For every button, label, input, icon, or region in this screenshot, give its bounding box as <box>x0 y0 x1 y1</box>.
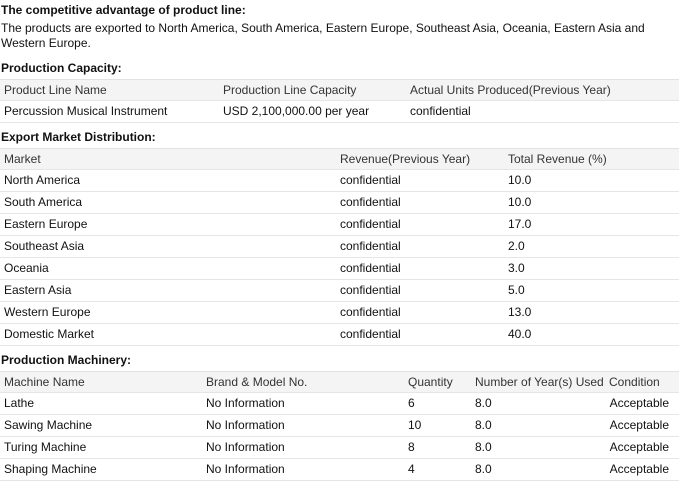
market-revenue: confidential <box>340 261 401 275</box>
column-header: Number of Year(s) Used <box>475 375 604 389</box>
table-row: Oceania confidential 3.0 <box>0 258 679 280</box>
column-header: Product Line Name <box>4 83 107 97</box>
column-header: Condition <box>609 375 660 389</box>
table-row: Domestic Market confidential 40.0 <box>0 324 679 346</box>
machine-condition: Acceptable <box>609 396 669 410</box>
market-percent: 10.0 <box>508 173 532 187</box>
machine-years-used: 8.0 <box>475 462 492 476</box>
export-market-table: Market Revenue(Previous Year) Total Reve… <box>0 148 679 346</box>
machine-quantity: 8 <box>408 440 415 454</box>
machine-condition: Acceptable <box>609 418 669 432</box>
machine-quantity: 6 <box>408 396 415 410</box>
production-capacity-title: Production Capacity: <box>1 61 122 75</box>
table-row: Southeast Asia confidential 2.0 <box>0 236 679 258</box>
machine-name: Sawing Machine <box>4 418 93 432</box>
market-percent: 5.0 <box>508 283 525 297</box>
production-capacity-table: Product Line Name Production Line Capaci… <box>0 79 679 123</box>
market-revenue: confidential <box>340 283 401 297</box>
machine-brand: No Information <box>206 418 285 432</box>
market-revenue: confidential <box>340 327 401 341</box>
machine-name: Turing Machine <box>4 440 87 454</box>
market-name: Oceania <box>4 261 49 275</box>
market-revenue: confidential <box>340 195 401 209</box>
market-percent: 40.0 <box>508 327 532 341</box>
table-row: Lathe No Information 6 8.0 Acceptable <box>0 393 679 415</box>
column-header: Total Revenue (%) <box>508 152 607 166</box>
actual-units-produced: confidential <box>410 104 471 118</box>
product-line-info: The competitive advantage of product lin… <box>0 0 681 483</box>
market-percent: 17.0 <box>508 217 532 231</box>
table-row: South America confidential 10.0 <box>0 192 679 214</box>
column-header: Quantity <box>408 375 453 389</box>
market-percent: 2.0 <box>508 239 525 253</box>
table-row: Eastern Europe confidential 17.0 <box>0 214 679 236</box>
market-name: Southeast Asia <box>4 239 85 253</box>
table-row: Shaping Machine No Information 4 8.0 Acc… <box>0 459 679 481</box>
market-percent: 10.0 <box>508 195 532 209</box>
machine-years-used: 8.0 <box>475 440 492 454</box>
market-name: Western Europe <box>4 305 91 319</box>
table-row: North America confidential 10.0 <box>0 170 679 192</box>
table-header-row: Machine Name Brand & Model No. Quantity … <box>0 371 679 393</box>
column-header: Production Line Capacity <box>223 83 357 97</box>
market-name: Eastern Europe <box>4 217 88 231</box>
machine-condition: Acceptable <box>609 462 669 476</box>
production-machinery-table: Machine Name Brand & Model No. Quantity … <box>0 371 679 481</box>
machine-years-used: 8.0 <box>475 396 492 410</box>
machine-years-used: 8.0 <box>475 418 492 432</box>
product-line-name: Percussion Musical Instrument <box>4 104 168 118</box>
machine-quantity: 4 <box>408 462 415 476</box>
machine-brand: No Information <box>206 462 285 476</box>
market-name: Domestic Market <box>4 327 95 341</box>
table-row: Turing Machine No Information 8 8.0 Acce… <box>0 437 679 459</box>
export-market-title: Export Market Distribution: <box>1 130 156 144</box>
table-header-row: Market Revenue(Previous Year) Total Reve… <box>0 148 679 170</box>
market-revenue: confidential <box>340 173 401 187</box>
machine-condition: Acceptable <box>609 440 669 454</box>
table-row: Percussion Musical Instrument USD 2,100,… <box>0 101 679 123</box>
competitive-advantage-title: The competitive advantage of product lin… <box>1 3 246 17</box>
market-revenue: confidential <box>340 217 401 231</box>
market-percent: 13.0 <box>508 305 532 319</box>
market-percent: 3.0 <box>508 261 525 275</box>
production-line-capacity: USD 2,100,000.00 per year <box>223 104 370 118</box>
column-header: Market <box>4 152 41 166</box>
table-row: Eastern Asia confidential 5.0 <box>0 280 679 302</box>
competitive-advantage-text: The products are exported to North Ameri… <box>1 21 645 50</box>
table-header-row: Product Line Name Production Line Capaci… <box>0 79 679 101</box>
market-revenue: confidential <box>340 239 401 253</box>
market-name: North America <box>4 173 81 187</box>
market-name: Eastern Asia <box>4 283 72 297</box>
production-machinery-title: Production Machinery: <box>1 353 132 367</box>
market-revenue: confidential <box>340 305 401 319</box>
market-name: South America <box>4 195 83 209</box>
column-header: Machine Name <box>4 375 85 389</box>
machine-brand: No Information <box>206 440 285 454</box>
table-row: Sawing Machine No Information 10 8.0 Acc… <box>0 415 679 437</box>
column-header: Revenue(Previous Year) <box>340 152 471 166</box>
machine-brand: No Information <box>206 396 285 410</box>
column-header: Brand & Model No. <box>206 375 308 389</box>
column-header: Actual Units Produced(Previous Year) <box>410 83 611 97</box>
machine-name: Lathe <box>4 396 35 410</box>
machine-quantity: 10 <box>408 418 422 432</box>
machine-name: Shaping Machine <box>4 462 97 476</box>
table-row: Western Europe confidential 13.0 <box>0 302 679 324</box>
